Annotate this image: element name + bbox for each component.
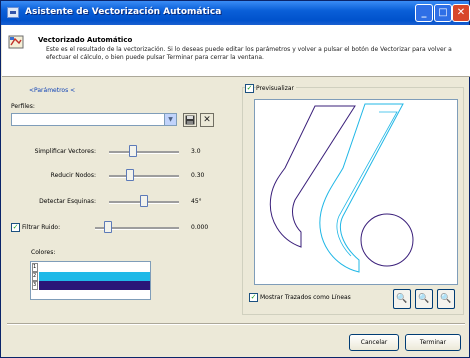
simplify-slider-thumb[interactable] <box>128 145 137 157</box>
vector-shape-circle <box>360 213 414 267</box>
zoom-in-button[interactable]: 🔍 <box>393 289 411 309</box>
filter-noise-checkbox[interactable]: ✓ <box>11 223 20 232</box>
color-index: 3 <box>32 281 38 290</box>
minimize-button[interactable]: _ <box>415 4 433 22</box>
save-profile-button[interactable] <box>183 113 197 127</box>
filter-noise-slider-thumb[interactable] <box>104 221 113 233</box>
title-bar[interactable]: Asistente de Vectorización Automática _ … <box>1 1 470 25</box>
profiles-label: Perfiles: <box>11 103 35 110</box>
colors-label: Colores: <box>31 249 56 256</box>
preview-canvas[interactable] <box>254 99 458 285</box>
vector-shape-cyan-inner <box>336 111 398 257</box>
reduce-nodes-slider[interactable] <box>109 175 179 178</box>
simplify-label: Simplificar Vectores: <box>34 148 96 155</box>
finish-button[interactable]: Terminar <box>405 334 461 351</box>
zoom-fit-icon: 🔍 <box>440 294 452 304</box>
color-swatch-navy[interactable] <box>39 281 150 290</box>
color-index: 2 <box>32 272 38 281</box>
show-lines-label: Mostrar Trazados como Líneas <box>260 294 351 301</box>
window-title: Asistente de Vectorización Automática <box>25 7 222 17</box>
color-swatch-cyan[interactable] <box>39 272 150 281</box>
filter-noise-label: Filtrar Ruido: <box>22 224 61 231</box>
maximize-button[interactable]: □ <box>434 4 452 22</box>
simplify-slider[interactable] <box>109 151 179 154</box>
save-icon <box>185 115 195 125</box>
header-title: Vectorizado Automático <box>38 36 133 44</box>
preview-checkbox[interactable]: ✓ <box>245 84 254 93</box>
delete-icon: ✕ <box>203 115 211 125</box>
simplify-value: 3.0 <box>191 148 201 155</box>
parameters-toggle-link[interactable]: <Parámetros < <box>29 87 75 94</box>
cancel-button[interactable]: Cancelar <box>349 334 399 351</box>
footer-separator <box>7 323 465 325</box>
filter-noise-value: 0.000 <box>191 224 209 231</box>
show-lines-checkbox[interactable]: ✓ <box>249 293 258 302</box>
zoom-in-icon: 🔍 <box>396 294 408 304</box>
vector-shape-purple <box>269 105 356 248</box>
delete-profile-button[interactable]: ✕ <box>200 113 214 127</box>
zoom-out-button[interactable]: 🔍 <box>415 289 433 309</box>
reduce-nodes-label: Reducir Nodos: <box>50 172 96 179</box>
color-swatch-white[interactable] <box>39 263 150 272</box>
wizard-window: Asistente de Vectorización Automática _ … <box>0 0 470 358</box>
app-icon <box>7 7 19 18</box>
color-index: 1 <box>32 263 38 272</box>
chevron-down-icon[interactable]: ▼ <box>164 114 176 125</box>
corners-slider-thumb[interactable] <box>140 195 148 207</box>
corners-value: 45° <box>191 198 202 205</box>
vectorize-icon <box>8 35 24 49</box>
zoom-fit-button[interactable]: 🔍 <box>437 289 455 309</box>
preview-label: Previsualizar <box>256 85 296 92</box>
reduce-nodes-slider-thumb[interactable] <box>126 169 135 181</box>
colors-list[interactable]: 1 2 3 <box>30 261 151 300</box>
vector-preview <box>269 103 414 273</box>
header-description: Este es el resultado de la vectorización… <box>46 46 452 61</box>
zoom-out-icon: 🔍 <box>418 294 430 304</box>
close-button[interactable]: ✕ <box>452 4 470 22</box>
wizard-header: Vectorizado Automático Este es el result… <box>2 25 470 77</box>
profiles-select[interactable]: ▼ <box>11 113 177 126</box>
reduce-nodes-value: 0.30 <box>191 172 205 179</box>
corners-label: Detectar Esquinas: <box>39 198 96 205</box>
